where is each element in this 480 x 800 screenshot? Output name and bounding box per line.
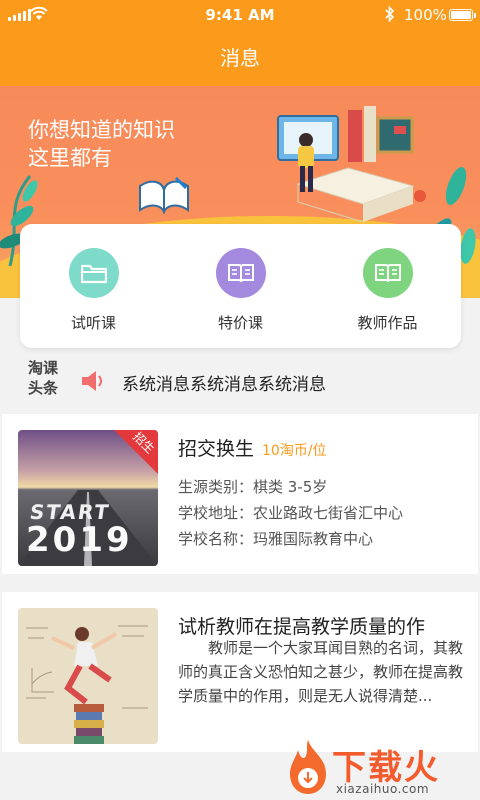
page-title: 消息 <box>220 46 260 70</box>
watermark-url: xiazaihuo.com <box>336 782 430 796</box>
list-item[interactable]: START 2019 招生 招交换生 10淘币/位 生源类别：棋类 3-5岁 学校… <box>2 414 478 574</box>
quick-nav-label: 特价课 <box>217 314 263 332</box>
status-bar: 9:41 AM 100% <box>0 0 480 30</box>
book-icon <box>215 248 266 298</box>
battery-icon <box>449 9 476 21</box>
quick-nav-label: 教师作品 <box>357 314 418 332</box>
headlines-brand: 淘课 头条 <box>28 358 68 398</box>
watermark-logo: 下载火 xiazaihuo.com <box>282 738 478 798</box>
flame-logo-icon <box>290 740 326 794</box>
card-excerpt: 教师是一个大家耳闻目熟的名词，其教师的真正含义恐怕知之甚少，教师在提高教学质量中… <box>178 639 464 705</box>
quick-nav-label: 试听课 <box>70 314 116 332</box>
card-title: 试析教师在提高教学质量的作 <box>178 616 426 638</box>
article-thumbnail <box>18 608 158 744</box>
card-info-student-type: 生源类别：棋类 3-5岁 <box>178 478 328 496</box>
headlines-brand-line1: 淘课 <box>28 359 59 377</box>
quick-nav-trial-course[interactable]: 试听课 <box>34 248 154 348</box>
headline-message[interactable]: 系统消息系统消息系统消息 <box>122 370 326 395</box>
quick-nav-teacher-works[interactable]: 教师作品 <box>328 248 448 348</box>
folder-icon <box>68 248 119 298</box>
card-price: 10淘币/位 <box>262 443 327 459</box>
headlines-brand-line2: 头条 <box>28 379 59 397</box>
card-info-school: 学校名称：玛雅国际教育中心 <box>178 530 374 548</box>
course-thumbnail: START 2019 招生 <box>18 430 158 566</box>
banner-slogan-line2: 这里都有 <box>28 146 112 170</box>
speaker-icon <box>82 371 102 391</box>
open-book-icon <box>139 176 189 214</box>
banner-slogan: 你想知道的知识 这里都有 <box>28 116 175 172</box>
bluetooth-icon <box>385 5 395 23</box>
headlines-bar[interactable]: 淘课 头条 系统消息系统消息系统消息 <box>0 352 480 410</box>
header: 消息 <box>0 30 480 86</box>
banner-slogan-line1: 你想知道的知识 <box>28 118 175 142</box>
quick-nav-special-price[interactable]: 特价课 <box>181 248 301 348</box>
card-info-address: 学校地址：农业路政七街省汇中心 <box>178 504 404 522</box>
book-icon <box>362 248 413 298</box>
thumb-year-text: 2019 <box>26 520 133 560</box>
card-title-text: 招交换生 <box>178 438 255 460</box>
list-item[interactable]: 试析教师在提高教学质量的作 教师是一个大家耳闻目熟的名词，其教师的真正含义恐怕知… <box>2 592 478 752</box>
battery-percent: 100% <box>404 6 447 24</box>
card-title: 招交换生 10淘币/位 <box>178 434 327 461</box>
study-illustration <box>277 106 415 223</box>
quick-nav: 试听课 特价课 教师作品 <box>20 224 461 348</box>
